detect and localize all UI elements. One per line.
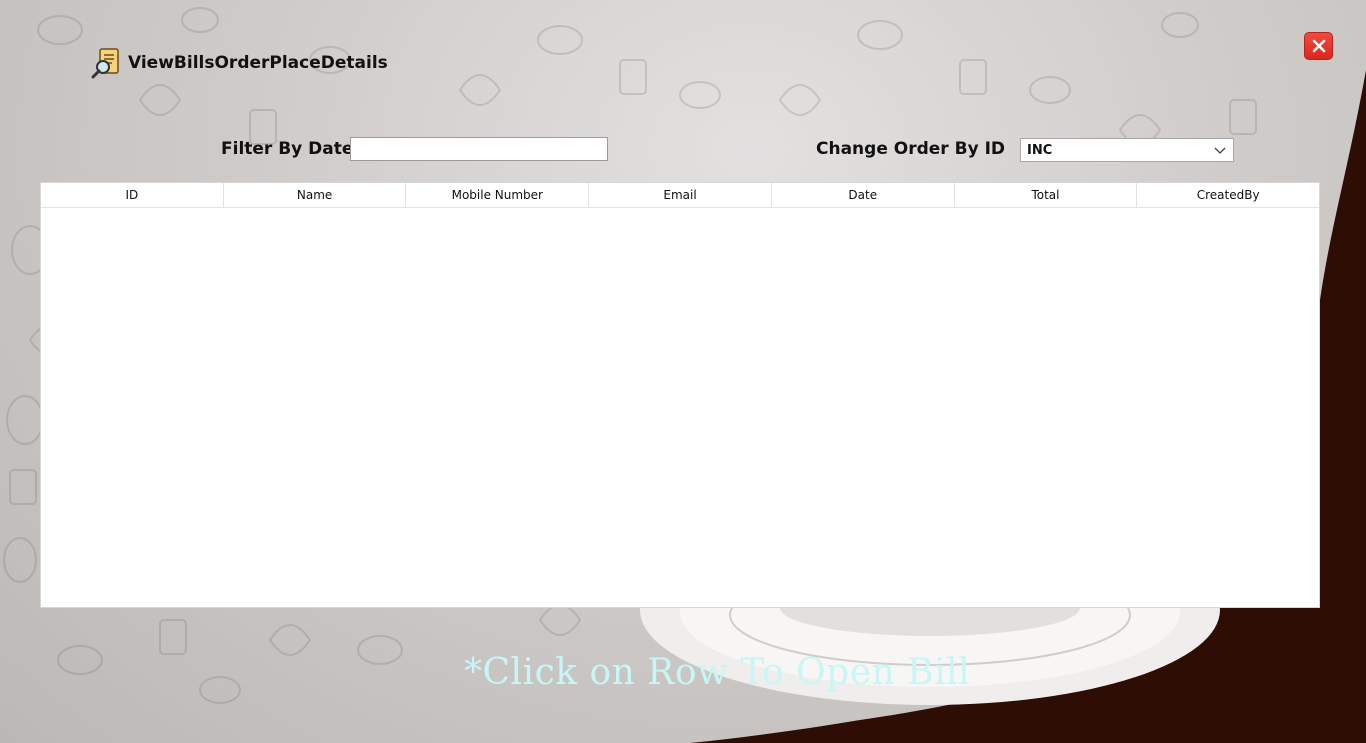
column-header-email[interactable]: Email <box>589 183 772 207</box>
column-header-name[interactable]: Name <box>224 183 407 207</box>
view-bills-window: ViewBillsOrderPlaceDetails Filter By Dat… <box>0 0 1366 743</box>
order-by-id-dropdown[interactable]: INC <box>1020 138 1234 162</box>
chevron-down-icon <box>1214 147 1226 154</box>
bills-table: ID Name Mobile Number Email Date Total C… <box>40 182 1320 608</box>
close-icon <box>1312 39 1325 53</box>
table-body[interactable] <box>41 208 1319 607</box>
filter-by-date-label: Filter By Date <box>221 139 354 159</box>
change-order-label: Change Order By ID <box>816 139 1006 159</box>
bill-search-icon <box>90 47 122 79</box>
column-header-id[interactable]: ID <box>41 183 224 207</box>
table-header: ID Name Mobile Number Email Date Total C… <box>41 183 1319 208</box>
open-bill-hint: *Click on Row To Open Bill <box>464 652 971 693</box>
column-header-created-by[interactable]: CreatedBy <box>1137 183 1319 207</box>
column-header-mobile-number[interactable]: Mobile Number <box>406 183 590 207</box>
page-title: ViewBillsOrderPlaceDetails <box>128 53 388 73</box>
filter-date-input[interactable] <box>350 137 608 161</box>
window-title: ViewBillsOrderPlaceDetails <box>90 47 388 79</box>
column-header-date[interactable]: Date <box>772 183 955 207</box>
order-selected-value: INC <box>1027 143 1053 158</box>
close-button[interactable] <box>1304 32 1333 60</box>
column-header-total[interactable]: Total <box>955 183 1138 207</box>
